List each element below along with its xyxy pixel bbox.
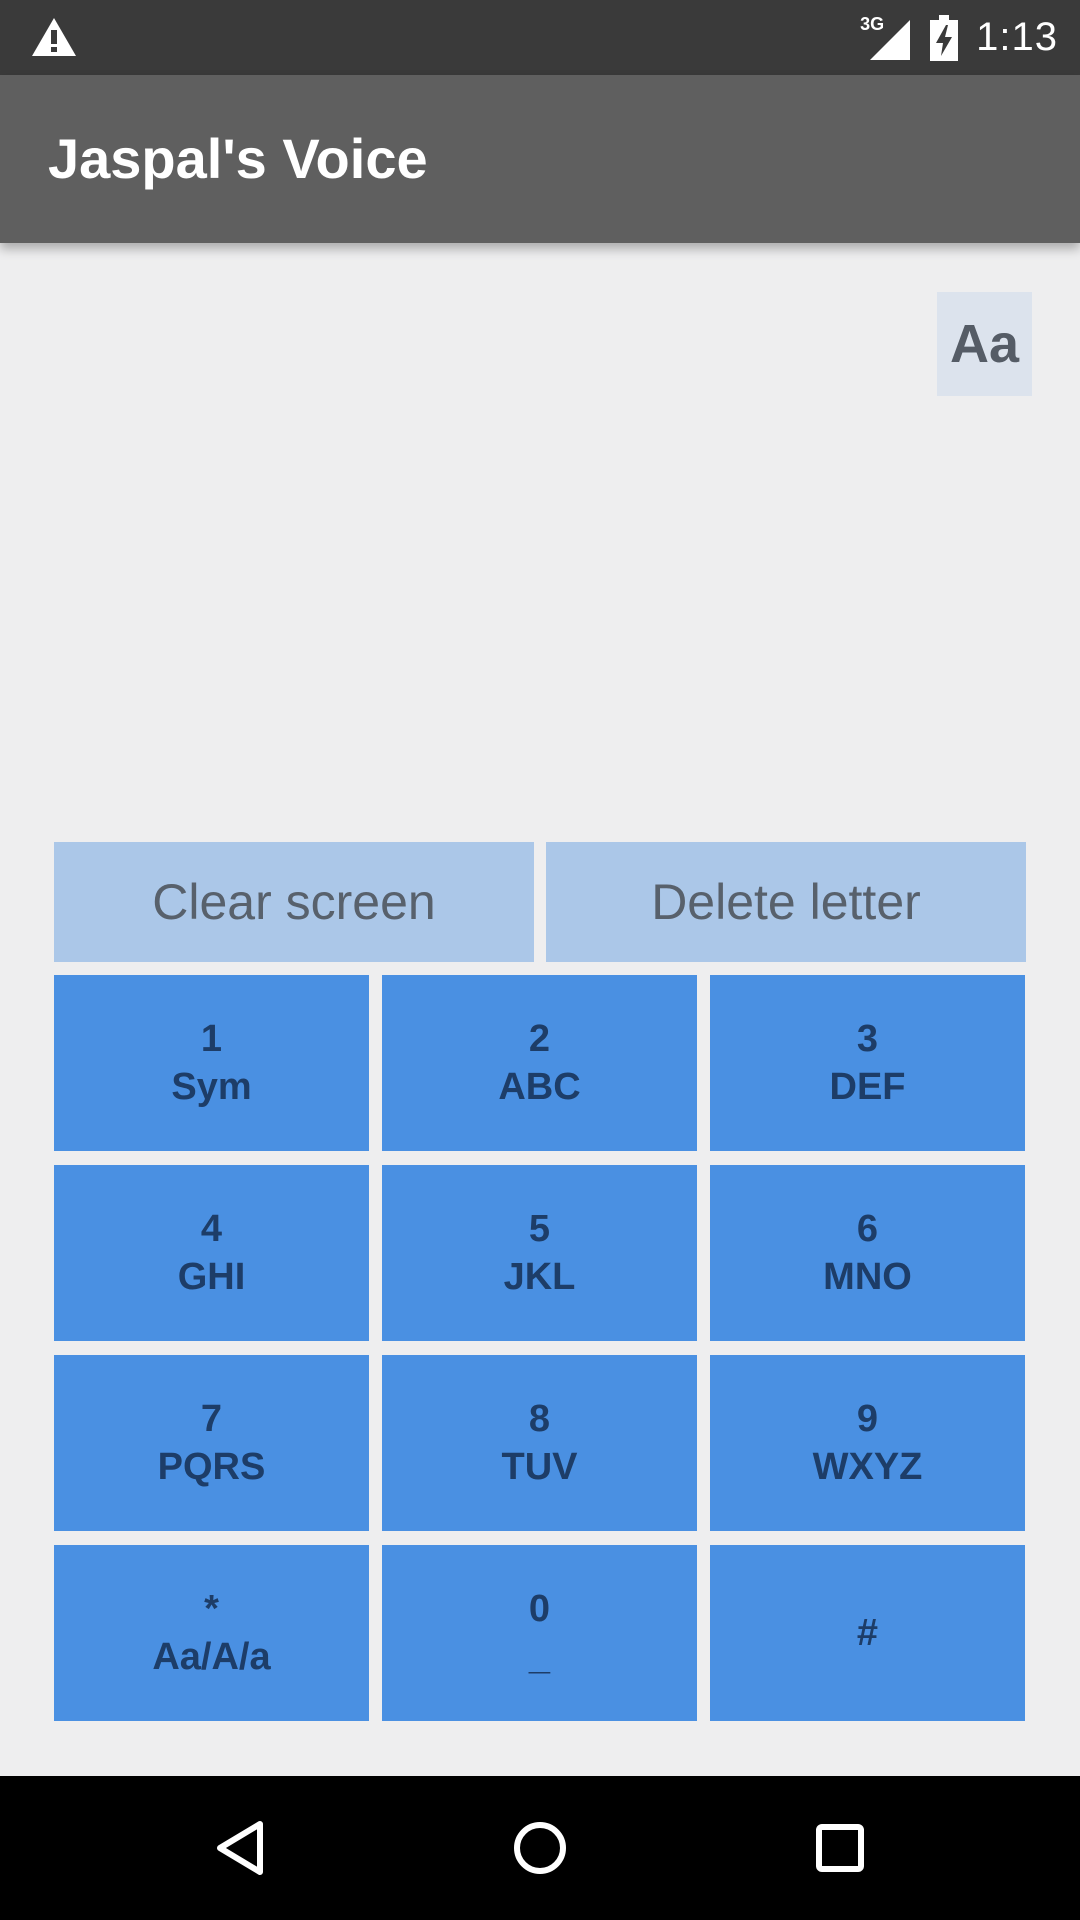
key-digit: 2 [528,1018,551,1060]
nav-bar [0,1776,1080,1920]
app-title: Jaspal's Voice [48,127,428,190]
delete-letter-button[interactable]: Delete letter [546,842,1026,962]
key-digit: # [856,1612,879,1654]
status-bar: 3G 1:13 [0,0,1080,75]
app-bar: Jaspal's Voice [0,75,1080,243]
recents-icon[interactable] [808,1816,872,1880]
key-digit: 9 [856,1398,879,1440]
key-star[interactable]: * Aa/A/a [54,1545,369,1721]
key-6[interactable]: 6 MNO [710,1165,1025,1341]
signal-icon: 3G [860,14,912,60]
key-1[interactable]: 1 Sym [54,975,369,1151]
key-5[interactable]: 5 JKL [382,1165,697,1341]
key-2[interactable]: 2 ABC [382,975,697,1151]
key-letters: GHI [177,1256,246,1298]
key-3[interactable]: 3 DEF [710,975,1025,1151]
key-9[interactable]: 9 WXYZ [710,1355,1025,1531]
key-letters: MNO [823,1256,912,1298]
key-4[interactable]: 4 GHI [54,1165,369,1341]
key-digit: 0 [528,1588,551,1630]
key-letters: JKL [503,1256,576,1298]
key-digit: 1 [200,1018,223,1060]
text-size-button[interactable]: Aa [937,292,1032,396]
key-letters: ABC [498,1066,581,1108]
key-8[interactable]: 8 TUV [382,1355,697,1531]
key-digit: 3 [856,1018,879,1060]
back-icon[interactable] [210,1816,274,1880]
key-digit: 8 [528,1398,551,1440]
key-letters: DEF [829,1066,906,1108]
key-letters: PQRS [157,1446,266,1488]
key-7[interactable]: 7 PQRS [54,1355,369,1531]
key-letters: Sym [171,1066,252,1108]
key-digit: 4 [200,1208,223,1250]
key-0[interactable]: 0 _ [382,1545,697,1721]
key-digit: * [204,1588,219,1630]
key-letters: TUV [501,1446,578,1488]
key-letters: _ [528,1636,551,1678]
clear-screen-button[interactable]: Clear screen [54,842,534,962]
key-hash[interactable]: # [710,1545,1025,1721]
key-letters: Aa/A/a [152,1636,271,1678]
home-icon[interactable] [508,1816,572,1880]
warning-icon [32,18,76,56]
key-digit: 7 [200,1398,223,1440]
battery-charging-icon [930,14,959,61]
clock: 1:13 [976,15,1058,59]
key-digit: 6 [856,1208,879,1250]
key-digit: 5 [528,1208,551,1250]
key-letters: WXYZ [812,1446,923,1488]
